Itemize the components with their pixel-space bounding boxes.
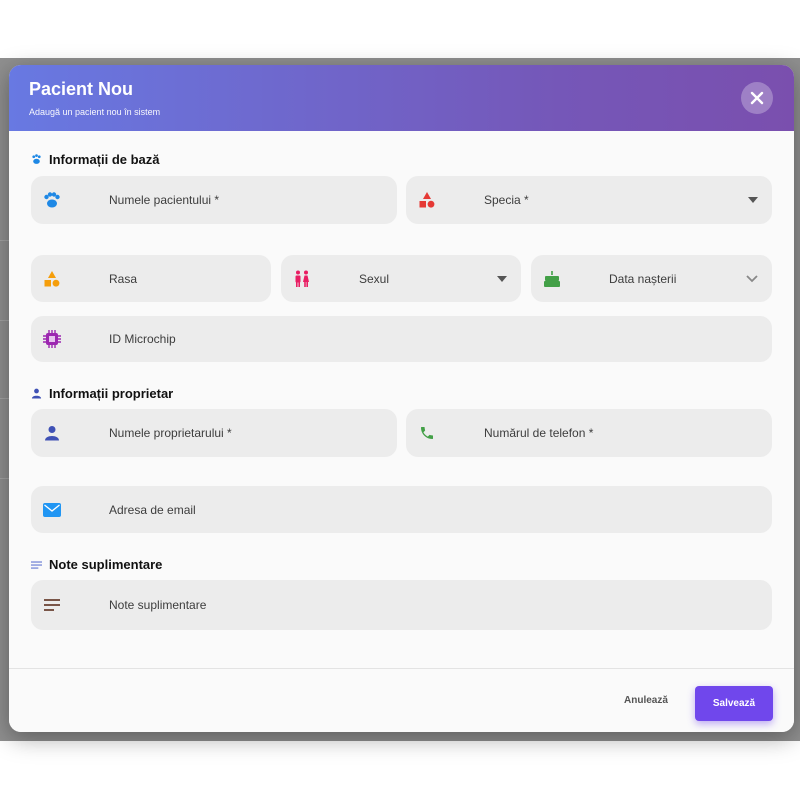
phone-label: Numărul de telefon * — [484, 426, 594, 440]
section-basic-info-label: Informații de bază — [49, 152, 160, 167]
person-icon — [42, 423, 62, 443]
birth-date-label: Data nașterii — [609, 271, 677, 286]
owner-name-input[interactable]: Numele proprietarului * — [31, 409, 397, 457]
close-icon — [750, 91, 764, 105]
microchip-input[interactable]: ID Microchip — [31, 316, 772, 362]
dropdown-arrow-icon — [748, 197, 758, 203]
notes-icon — [42, 595, 62, 615]
species-label: Specia * — [484, 193, 529, 207]
person-icon — [31, 388, 42, 399]
new-patient-dialog: Pacient Nou Adaugă un pacient nou în sis… — [9, 65, 794, 732]
birth-date-select[interactable]: Data nașterii — [531, 255, 772, 302]
paw-icon — [42, 190, 62, 210]
phone-input[interactable]: Numărul de telefon * — [406, 409, 772, 457]
notes-textarea[interactable]: Note suplimentare — [31, 580, 772, 630]
email-icon — [42, 500, 62, 520]
email-label: Adresa de email — [109, 502, 196, 517]
dropdown-arrow-icon — [497, 275, 507, 282]
species-select[interactable]: Specia * — [406, 176, 772, 224]
microchip-label: ID Microchip — [109, 332, 176, 346]
dialog-footer: Anulează Salvează — [9, 668, 794, 732]
email-input[interactable]: Adresa de email — [31, 486, 772, 533]
save-button[interactable]: Salvează — [695, 686, 773, 721]
section-owner-info: Informații proprietar — [31, 386, 173, 401]
chip-icon — [42, 329, 62, 349]
breed-label: Rasa — [109, 271, 138, 286]
phone-icon — [417, 423, 437, 443]
paw-icon — [32, 154, 41, 164]
owner-name-label: Numele proprietarului * — [109, 426, 232, 440]
breed-input[interactable]: Rasa — [31, 255, 271, 302]
patient-name-input[interactable]: Numele pacientului * — [31, 176, 397, 224]
notes-label: Note suplimentare — [109, 598, 207, 612]
cancel-button[interactable]: Anulează — [624, 695, 668, 706]
chevron-down-icon — [746, 274, 758, 282]
cake-icon — [542, 269, 562, 289]
section-notes: Note suplimentare — [31, 557, 162, 572]
section-basic-info: Informații de bază — [31, 152, 160, 167]
notes-icon — [31, 560, 42, 569]
section-owner-info-label: Informații proprietar — [49, 386, 174, 401]
sex-select[interactable]: Sexul — [281, 255, 521, 302]
dialog-header: Pacient Nou Adaugă un pacient nou în sis… — [9, 65, 794, 131]
shapes-icon — [417, 190, 437, 210]
shapes-icon — [42, 269, 62, 289]
dialog-subtitle: Adaugă un pacient nou în sistem — [29, 107, 161, 117]
close-button[interactable] — [741, 82, 773, 114]
section-notes-label: Note suplimentare — [49, 557, 163, 572]
dialog-title: Pacient Nou — [29, 79, 134, 99]
gender-icon — [292, 269, 312, 289]
sex-label: Sexul — [359, 271, 390, 286]
patient-name-label: Numele pacientului * — [109, 193, 220, 207]
